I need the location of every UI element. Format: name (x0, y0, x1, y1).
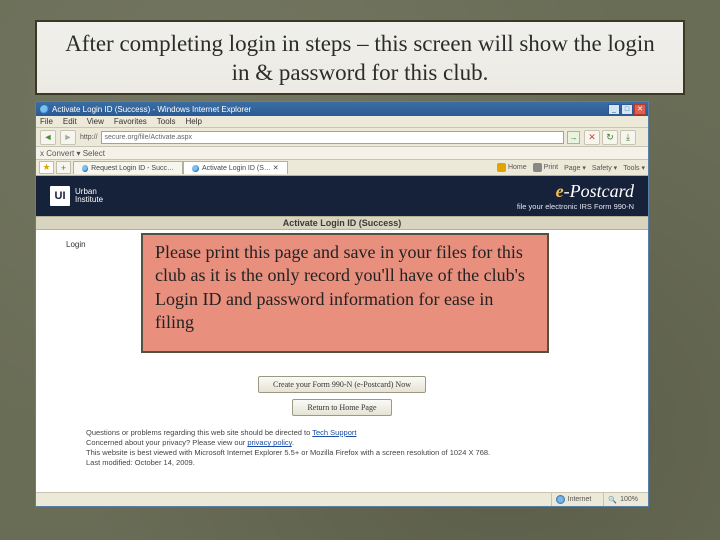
go-button[interactable]: → (567, 131, 580, 144)
address-text: secure.org/file/Activate.aspx (105, 134, 193, 141)
tab-label: Activate Login ID (S… ✕ (202, 164, 279, 172)
page-title-bar: Activate Login ID (Success) (36, 216, 648, 230)
window-title-text: Activate Login ID (Success) - Windows In… (52, 105, 251, 114)
close-button[interactable]: ✕ (634, 104, 646, 115)
menu-file[interactable]: File (40, 117, 53, 126)
window-titlebar[interactable]: Activate Login ID (Success) - Windows In… (36, 102, 648, 116)
slide-title: After completing login in steps – this s… (35, 20, 685, 95)
stop-icon[interactable]: ⤓ (620, 130, 636, 145)
tab-activate-login[interactable]: Activate Login ID (S… ✕ (183, 161, 288, 174)
refresh-icon[interactable]: ↻ (602, 130, 618, 145)
menu-edit[interactable]: Edit (63, 117, 77, 126)
create-990n-button[interactable]: Create your Form 990-N (e-Postcard) Now (258, 376, 426, 393)
print-button[interactable]: Print (533, 163, 558, 172)
minimize-button[interactable]: _ (608, 104, 620, 115)
security-zone[interactable]: Internet (551, 493, 596, 506)
internet-zone-icon (556, 495, 565, 504)
login-label: Login (66, 240, 86, 249)
safety-menu[interactable]: Safety ▾ (592, 164, 617, 172)
tech-support-link[interactable]: Tech Support (312, 428, 356, 437)
tab-bar: ★ + Request Login ID - Succ… Activate Lo… (36, 160, 648, 176)
menu-favorites[interactable]: Favorites (114, 117, 147, 126)
urban-institute-logo-icon: UI (50, 186, 70, 206)
tools-menu[interactable]: Tools ▾ (623, 164, 645, 172)
instruction-callout: Please print this page and save in your … (141, 233, 549, 353)
return-home-button[interactable]: Return to Home Page (292, 399, 391, 416)
menu-view[interactable]: View (87, 117, 104, 126)
menu-bar: File Edit View Favorites Tools Help (36, 116, 648, 128)
maximize-button[interactable]: □ (621, 104, 633, 115)
add-tab-icon[interactable]: + (56, 161, 71, 174)
home-button[interactable]: Home (497, 163, 527, 172)
zoom-level[interactable]: 🔍100% (603, 493, 642, 506)
status-bar: Internet 🔍100% (36, 492, 648, 506)
ie-icon (40, 105, 49, 114)
command-bar: Home Print Page ▾ Safety ▾ Tools ▾ (497, 163, 645, 172)
epostcard-subtitle: file your electronic IRS Form 990-N (517, 202, 634, 211)
convert-toolbar: x Convert ▾ Select (36, 147, 648, 160)
site-header: UI Urban Institute e-Postcard file your … (36, 176, 648, 216)
browser-window: Activate Login ID (Success) - Windows In… (35, 101, 649, 507)
search-icon[interactable]: ✕ (584, 130, 600, 145)
menu-tools[interactable]: Tools (157, 117, 176, 126)
forward-button[interactable]: ► (60, 130, 76, 145)
back-button[interactable]: ◄ (40, 130, 56, 145)
urban-line2: Institute (75, 196, 103, 204)
epostcard-logo: e-Postcard (517, 181, 634, 202)
address-scheme: http:// (80, 134, 98, 141)
tab-label: Request Login ID - Succ… (91, 165, 174, 172)
nav-toolbar: ◄ ► http:// secure.org/file/Activate.asp… (36, 128, 648, 147)
page-content: UI Urban Institute e-Postcard file your … (36, 176, 648, 492)
privacy-policy-link[interactable]: privacy policy (247, 438, 291, 447)
convert-bar-text[interactable]: x Convert ▾ Select (40, 149, 105, 158)
menu-help[interactable]: Help (185, 117, 201, 126)
favorites-star-icon[interactable]: ★ (39, 161, 54, 174)
page-body: Login Please print this page and save in… (36, 230, 648, 477)
footer-text: Questions or problems regarding this web… (66, 422, 618, 469)
address-bar[interactable]: secure.org/file/Activate.aspx (101, 131, 564, 144)
page-menu[interactable]: Page ▾ (564, 164, 586, 172)
tab-request-login[interactable]: Request Login ID - Succ… (73, 161, 183, 174)
